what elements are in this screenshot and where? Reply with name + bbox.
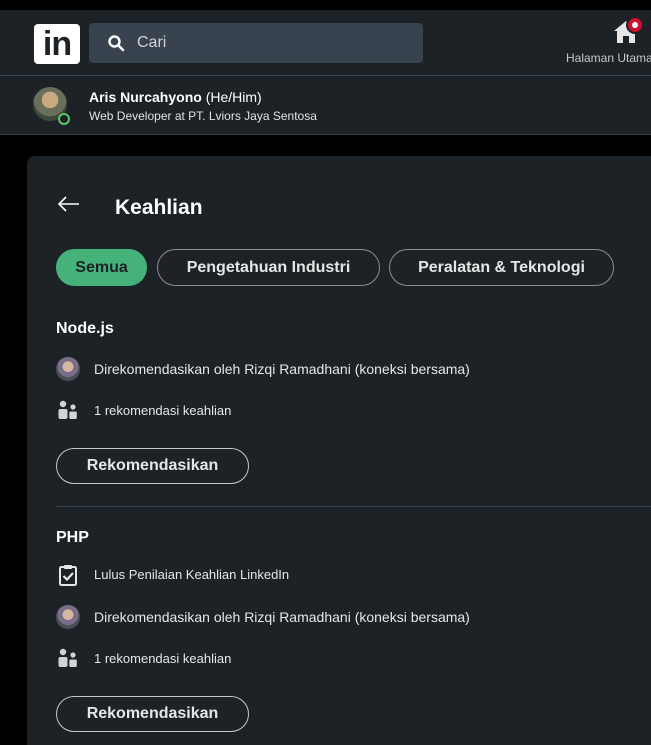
filter-tools-technology[interactable]: Peralatan & Teknologi [389,249,614,286]
endorsement-count-text[interactable]: 1 rekomendasi keahlian [94,651,231,666]
profile-pronouns: (He/Him) [205,89,262,105]
endorsement-row: Direkomendasikan oleh Rizqi Ramadhani (k… [56,357,576,381]
skill-name[interactable]: Node.js [56,320,114,338]
endorse-button[interactable]: Rekomendasikan [56,448,249,484]
profile-bar: Aris Nurcahyono (He/Him) Web Developer a… [0,75,651,135]
endorser-avatar [56,357,80,381]
notification-badge [626,16,644,34]
search-input[interactable]: Cari [89,23,423,63]
search-placeholder: Cari [137,34,167,51]
top-nav: in Cari Halaman Utama [0,10,651,75]
profile-name-text: Aris Nurcahyono [89,89,202,105]
linkedin-logo[interactable]: in [34,24,80,64]
back-arrow-icon[interactable] [57,192,81,216]
clipboard-check-icon [59,565,77,586]
skill-divider [56,506,651,507]
online-status-icon [58,113,70,125]
profile-name[interactable]: Aris Nurcahyono (He/Him) [89,89,262,105]
people-icon [58,648,77,667]
endorsed-by-text[interactable]: Direkomendasikan oleh Rizqi Ramadhani (k… [94,609,470,625]
endorsement-count-text[interactable]: 1 rekomendasi keahlian [94,403,231,418]
endorsement-row: Direkomendasikan oleh Rizqi Ramadhani (k… [56,605,576,629]
endorse-button[interactable]: Rekomendasikan [56,696,249,732]
endorser-avatar [56,605,80,629]
people-icon [58,400,77,419]
window-edge [0,0,651,10]
filter-industry-knowledge[interactable]: Pengetahuan Industri [157,249,380,286]
endorsed-by-text[interactable]: Direkomendasikan oleh Rizqi Ramadhani (k… [94,361,470,377]
page-title: Keahlian [115,196,203,219]
search-icon [108,35,125,52]
assessment-text: Lulus Penilaian Keahlian LinkedIn [94,567,290,582]
endorsement-count-row: 1 rekomendasi keahlian [56,399,316,423]
filter-all[interactable]: Semua [56,249,147,286]
nav-home[interactable]: Halaman Utama [564,16,651,71]
skill-name[interactable]: PHP [56,529,89,547]
endorsement-count-row: 1 rekomendasi keahlian [56,647,316,671]
assessment-row: Lulus Penilaian Keahlian LinkedIn [56,563,376,587]
home-label: Halaman Utama [566,51,651,65]
profile-headline: Web Developer at PT. Lviors Jaya Sentosa [89,109,317,123]
